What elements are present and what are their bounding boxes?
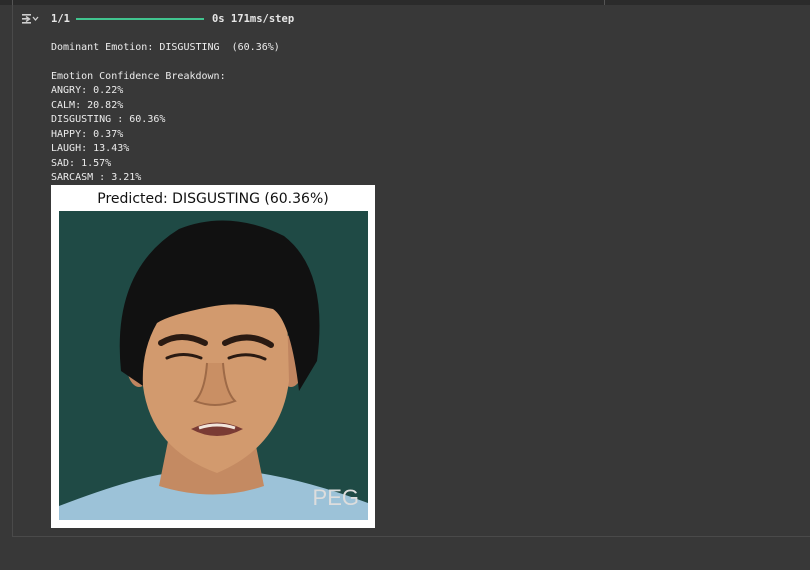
step-timing: 0s 171ms/step bbox=[211, 13, 295, 25]
progress-bar bbox=[75, 18, 204, 20]
prediction-figure: Predicted: DISGUSTING (60.36%) PEG bbox=[51, 185, 375, 528]
watermark-text: PEG bbox=[313, 485, 359, 510]
figure-title: Predicted: DISGUSTING (60.36%) bbox=[97, 191, 329, 207]
breakdown-header: Emotion Confidence Breakdown: bbox=[51, 71, 226, 82]
progress-fill bbox=[75, 18, 204, 20]
emotion-line: SAD: 1.57% bbox=[51, 158, 112, 169]
emotion-line: CALM: 20.82% bbox=[51, 100, 124, 111]
dominant-emotion-text: Dominant Emotion: DISGUSTING (60.36%) bbox=[51, 42, 280, 53]
emotion-line: HAPPY: 0.37% bbox=[51, 129, 124, 140]
step-counter: 1/1 bbox=[51, 13, 70, 25]
output-expand-icon[interactable] bbox=[21, 11, 39, 27]
emotion-line: DISGUSTING : 60.36% bbox=[51, 114, 166, 125]
emotion-line: LAUGH: 13.43% bbox=[51, 143, 130, 154]
progress-row: 1/1 0s 171ms/step bbox=[51, 12, 294, 26]
face-photo: PEG bbox=[59, 211, 368, 520]
emotion-line: ANGRY: 0.22% bbox=[51, 85, 124, 96]
emotion-line: SARCASM : 3.21% bbox=[51, 172, 142, 183]
